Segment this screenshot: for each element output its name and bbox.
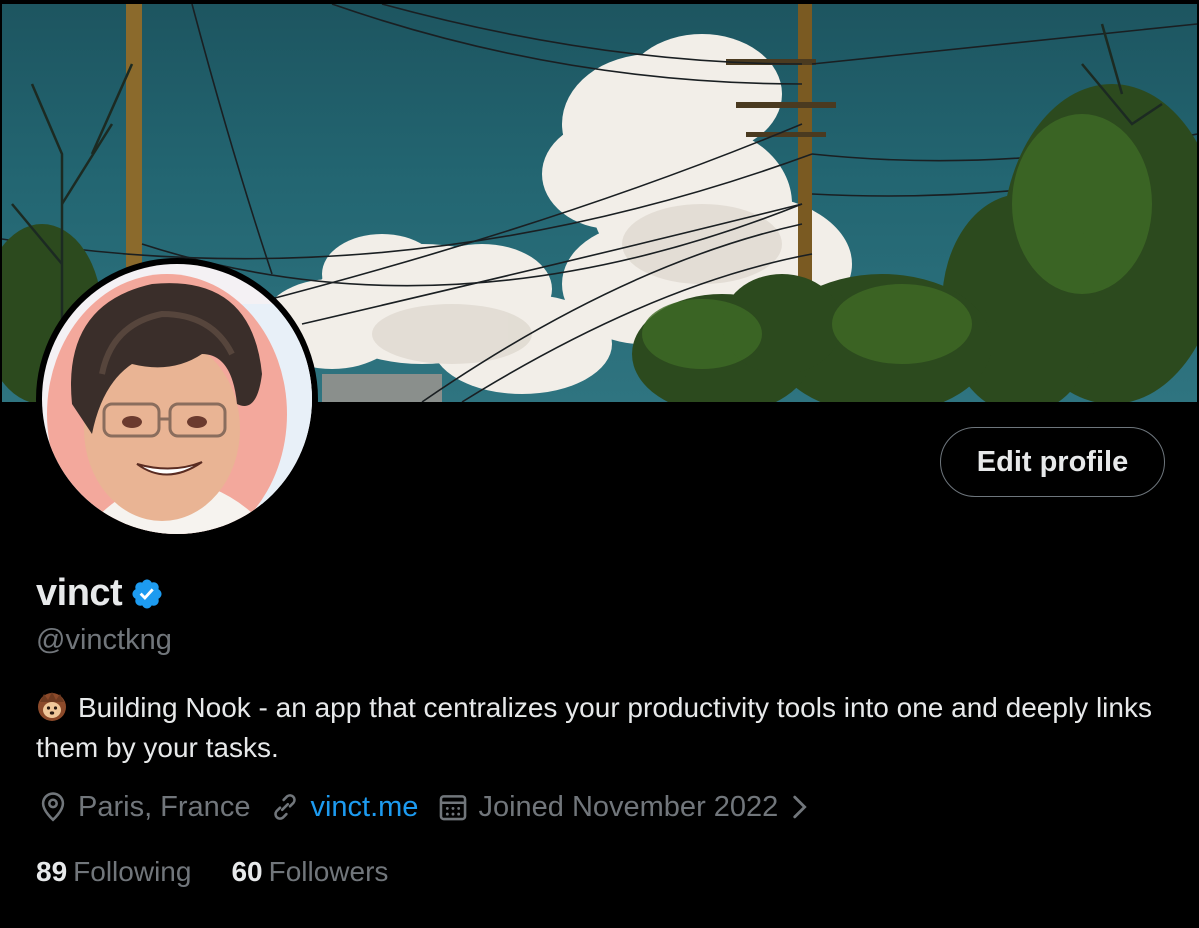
- followers-label: Followers: [268, 856, 389, 887]
- verified-badge-icon[interactable]: [130, 577, 164, 611]
- profile-stats: 89 Following 60 Followers: [36, 856, 428, 888]
- link-icon: [274, 794, 297, 820]
- following-stat[interactable]: 89 Following: [36, 856, 191, 888]
- profile-meta: Paris, France vinct.me Joined November 2…: [36, 790, 842, 824]
- website-link[interactable]: vinct.me: [310, 791, 418, 824]
- bio-text: Building Nook - an app that centralizes …: [36, 692, 1152, 763]
- joined-item[interactable]: Joined November 2022: [436, 790, 824, 824]
- following-label: Following: [73, 856, 192, 887]
- profile-handle: @vinctkng: [36, 624, 172, 656]
- hedgehog-emoji-icon: [38, 692, 66, 721]
- calendar-icon: [440, 795, 467, 821]
- following-count: 89: [36, 856, 68, 887]
- location-pin-icon: [41, 792, 65, 822]
- edit-profile-button[interactable]: Edit profile: [940, 427, 1165, 497]
- followers-stat[interactable]: 60 Followers: [231, 856, 388, 888]
- profile-avatar[interactable]: [36, 258, 318, 540]
- profile-bio: Building Nook - an app that centralizes …: [36, 688, 1156, 768]
- display-name: vinct: [36, 572, 123, 614]
- display-name-row: vinct: [36, 572, 164, 615]
- joined-text: Joined November 2022: [478, 790, 779, 823]
- followers-count: 60: [231, 856, 263, 887]
- chevron-right-icon: [793, 795, 807, 819]
- location-item: Paris, France: [36, 790, 250, 824]
- location-text: Paris, France: [78, 790, 251, 823]
- website-item: vinct.me: [268, 790, 418, 824]
